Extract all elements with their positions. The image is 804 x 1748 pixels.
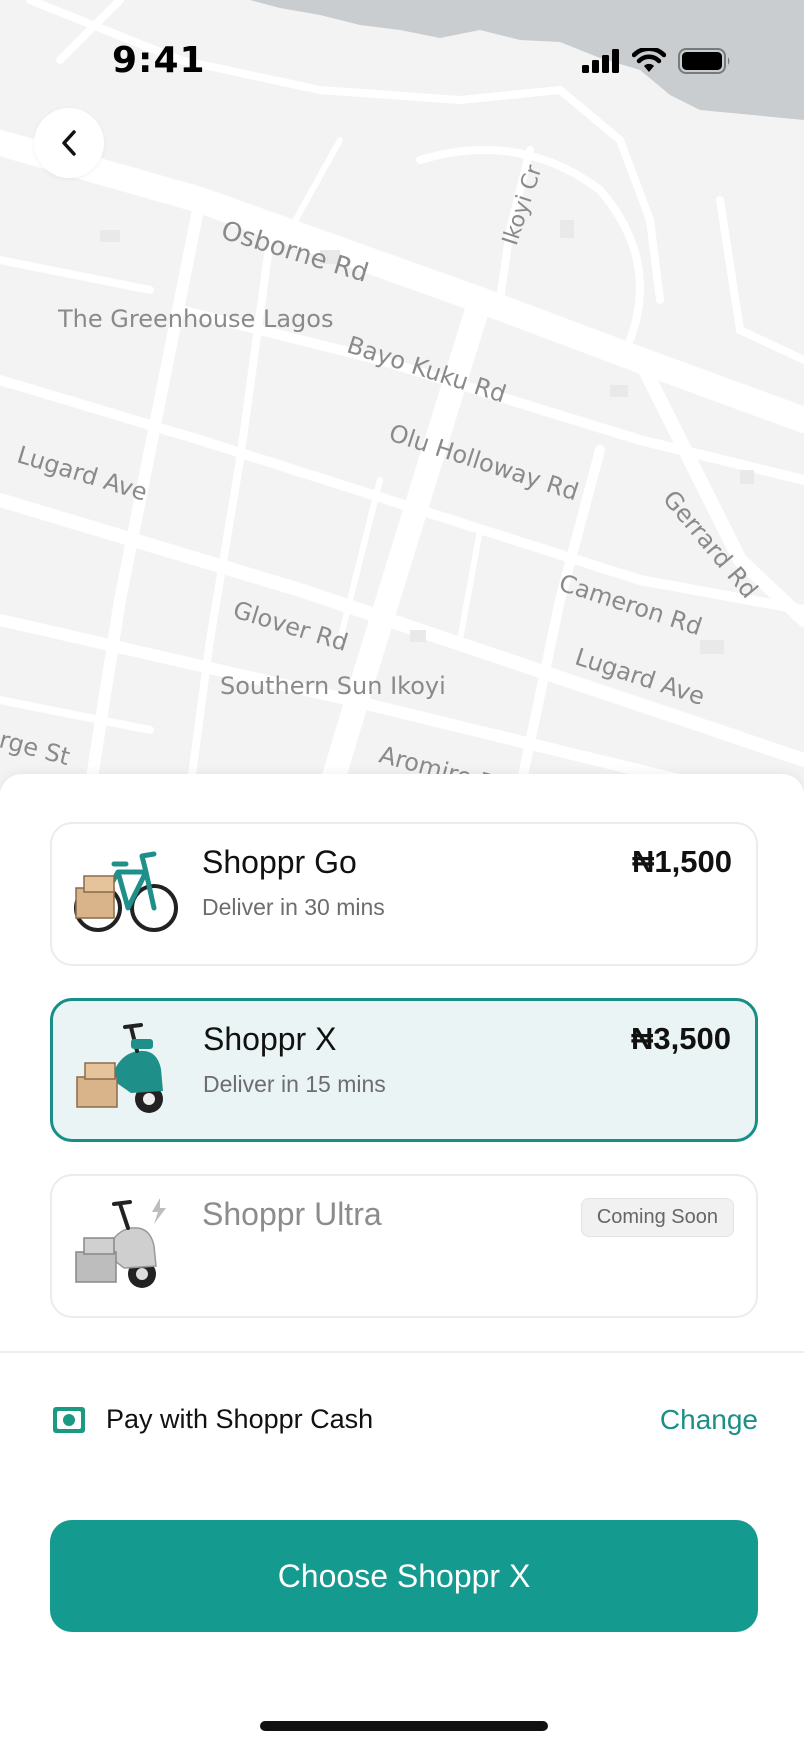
option-shoppr-ultra: Shoppr Ultra Coming Soon xyxy=(50,1174,758,1318)
bicycle-icon xyxy=(70,842,180,942)
battery-icon xyxy=(678,48,730,74)
wifi-icon xyxy=(632,48,666,72)
back-button[interactable] xyxy=(34,108,104,178)
option-name: Shoppr X xyxy=(203,1021,337,1057)
payment-method-label: Pay with Shoppr Cash xyxy=(106,1404,374,1434)
option-subtitle: Deliver in 30 mins xyxy=(202,894,385,920)
electric-scooter-icon xyxy=(70,1194,180,1294)
option-subtitle: Deliver in 15 mins xyxy=(203,1071,386,1097)
home-indicator xyxy=(260,1721,548,1731)
chevron-left-icon xyxy=(62,130,76,156)
change-payment-link[interactable]: Change xyxy=(660,1404,758,1436)
divider xyxy=(0,1351,804,1353)
payment-method-row: Pay with Shoppr Cash Change xyxy=(50,1400,758,1440)
cash-icon xyxy=(53,1407,85,1433)
coming-soon-badge: Coming Soon xyxy=(580,1198,734,1237)
map-label-southern-sun-ikoyi: Southern Sun Ikoyi xyxy=(220,672,446,700)
option-shoppr-x[interactable]: Shoppr X Deliver in 15 mins ₦3,500 xyxy=(50,998,758,1142)
option-price: ₦1,500 xyxy=(632,844,732,879)
option-name: Shoppr Go xyxy=(202,844,357,880)
cellular-signal-icon xyxy=(582,49,619,73)
scooter-icon xyxy=(71,1019,181,1119)
status-time: 9:41 xyxy=(112,40,206,81)
choose-option-button[interactable]: Choose Shoppr X xyxy=(50,1520,758,1632)
option-price: ₦3,500 xyxy=(631,1021,731,1056)
status-icons xyxy=(582,48,732,74)
map-label-greenhouse-lagos: The Greenhouse Lagos xyxy=(58,305,334,333)
option-name: Shoppr Ultra xyxy=(202,1196,382,1232)
status-bar: 9:41 xyxy=(0,0,804,120)
option-shoppr-go[interactable]: Shoppr Go Deliver in 30 mins ₦1,500 xyxy=(50,822,758,966)
